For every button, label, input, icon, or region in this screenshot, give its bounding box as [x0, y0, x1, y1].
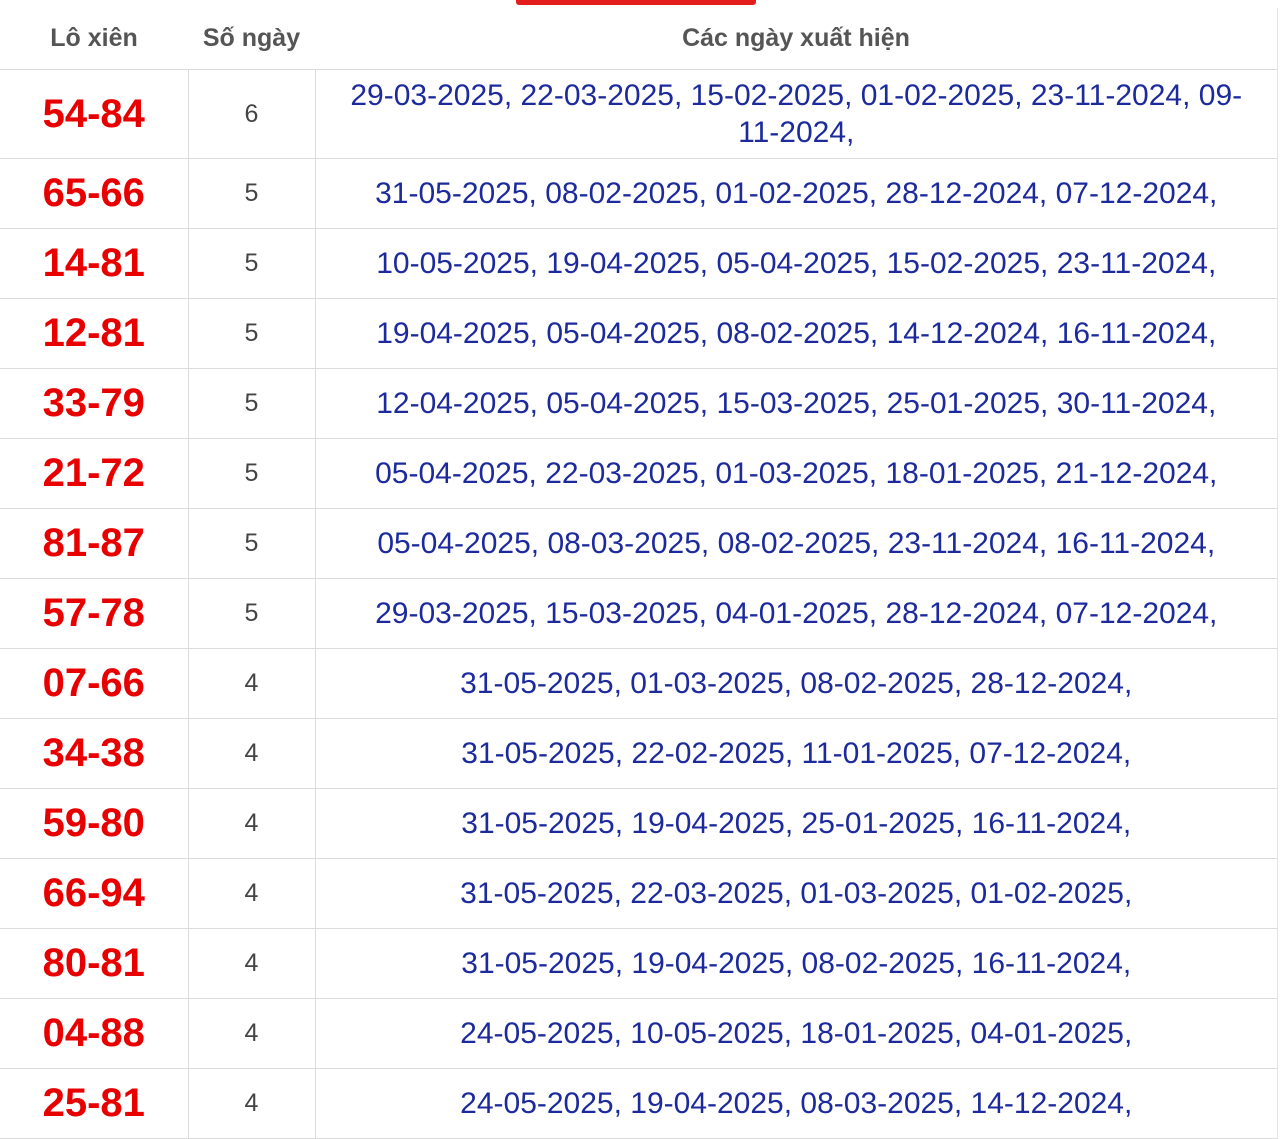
- table-row: 34-38 4 31-05-2025, 22-02-2025, 11-01-20…: [0, 718, 1277, 789]
- pair-cell: 21-72: [0, 438, 188, 509]
- count-cell: 4: [187, 1068, 315, 1139]
- count-cell: 4: [187, 648, 315, 719]
- count-cell: 4: [187, 788, 315, 859]
- dates-cell: 05-04-2025, 22-03-2025, 01-03-2025, 18-0…: [314, 438, 1277, 509]
- count-cell: 4: [187, 858, 315, 929]
- pair-cell: 54-84: [0, 69, 188, 159]
- dates-cell: 19-04-2025, 05-04-2025, 08-02-2025, 14-1…: [314, 298, 1277, 369]
- count-cell: 5: [187, 158, 315, 229]
- lottery-pair-table-container: Lô xiên Số ngày Các ngày xuất hiện 54-84…: [0, 8, 1278, 1139]
- table-row: 14-81 5 10-05-2025, 19-04-2025, 05-04-20…: [0, 228, 1277, 299]
- dates-cell: 10-05-2025, 19-04-2025, 05-04-2025, 15-0…: [314, 228, 1277, 299]
- dates-cell: 24-05-2025, 10-05-2025, 18-01-2025, 04-0…: [314, 998, 1277, 1069]
- table-row: 59-80 4 31-05-2025, 19-04-2025, 25-01-20…: [0, 788, 1277, 859]
- table-row: 21-72 5 05-04-2025, 22-03-2025, 01-03-20…: [0, 438, 1277, 509]
- pair-cell: 34-38: [0, 718, 188, 789]
- dates-cell: 31-05-2025, 08-02-2025, 01-02-2025, 28-1…: [314, 158, 1277, 229]
- dates-cell: 12-04-2025, 05-04-2025, 15-03-2025, 25-0…: [314, 368, 1277, 439]
- dates-cell: 29-03-2025, 15-03-2025, 04-01-2025, 28-1…: [314, 578, 1277, 649]
- pair-cell: 14-81: [0, 228, 188, 299]
- table-row: 33-79 5 12-04-2025, 05-04-2025, 15-03-20…: [0, 368, 1277, 439]
- pair-cell: 59-80: [0, 788, 188, 859]
- pair-cell: 66-94: [0, 858, 188, 929]
- table-row: 25-81 4 24-05-2025, 19-04-2025, 08-03-20…: [0, 1068, 1277, 1139]
- lottery-pair-table: Lô xiên Số ngày Các ngày xuất hiện 54-84…: [0, 8, 1277, 1139]
- header-count: Số ngày: [188, 8, 315, 70]
- pair-cell: 80-81: [0, 928, 188, 999]
- count-cell: 5: [187, 368, 315, 439]
- table-row: 80-81 4 31-05-2025, 19-04-2025, 08-02-20…: [0, 928, 1277, 999]
- top-accent-bar: [516, 0, 756, 5]
- pair-cell: 25-81: [0, 1068, 188, 1139]
- table-row: 57-78 5 29-03-2025, 15-03-2025, 04-01-20…: [0, 578, 1277, 649]
- table-row: 66-94 4 31-05-2025, 22-03-2025, 01-03-20…: [0, 858, 1277, 929]
- dates-cell: 05-04-2025, 08-03-2025, 08-02-2025, 23-1…: [314, 508, 1277, 579]
- table-row: 04-88 4 24-05-2025, 10-05-2025, 18-01-20…: [0, 998, 1277, 1069]
- pair-cell: 12-81: [0, 298, 188, 369]
- count-cell: 4: [187, 718, 315, 789]
- header-row: Lô xiên Số ngày Các ngày xuất hiện: [0, 8, 1277, 70]
- count-cell: 5: [187, 228, 315, 299]
- pair-cell: 57-78: [0, 578, 188, 649]
- dates-cell: 31-05-2025, 22-02-2025, 11-01-2025, 07-1…: [314, 718, 1277, 789]
- dates-cell: 29-03-2025, 22-03-2025, 15-02-2025, 01-0…: [314, 69, 1277, 159]
- count-cell: 4: [187, 998, 315, 1069]
- pair-cell: 65-66: [0, 158, 188, 229]
- table-row: 65-66 5 31-05-2025, 08-02-2025, 01-02-20…: [0, 158, 1277, 229]
- count-cell: 5: [187, 508, 315, 579]
- dates-cell: 31-05-2025, 01-03-2025, 08-02-2025, 28-1…: [314, 648, 1277, 719]
- dates-cell: 31-05-2025, 19-04-2025, 25-01-2025, 16-1…: [314, 788, 1277, 859]
- table-row: 07-66 4 31-05-2025, 01-03-2025, 08-02-20…: [0, 648, 1277, 719]
- dates-cell: 31-05-2025, 22-03-2025, 01-03-2025, 01-0…: [314, 858, 1277, 929]
- count-cell: 6: [187, 69, 315, 159]
- table-row: 81-87 5 05-04-2025, 08-03-2025, 08-02-20…: [0, 508, 1277, 579]
- pair-cell: 81-87: [0, 508, 188, 579]
- table-header: Lô xiên Số ngày Các ngày xuất hiện: [0, 8, 1277, 70]
- table-body: 54-84 6 29-03-2025, 22-03-2025, 15-02-20…: [0, 69, 1277, 1139]
- count-cell: 5: [187, 298, 315, 369]
- pair-cell: 33-79: [0, 368, 188, 439]
- pair-cell: 07-66: [0, 648, 188, 719]
- header-pair: Lô xiên: [0, 8, 188, 70]
- dates-cell: 24-05-2025, 19-04-2025, 08-03-2025, 14-1…: [314, 1068, 1277, 1139]
- count-cell: 5: [187, 578, 315, 649]
- pair-cell: 04-88: [0, 998, 188, 1069]
- count-cell: 4: [187, 928, 315, 999]
- table-row: 54-84 6 29-03-2025, 22-03-2025, 15-02-20…: [0, 69, 1277, 159]
- dates-cell: 31-05-2025, 19-04-2025, 08-02-2025, 16-1…: [314, 928, 1277, 999]
- count-cell: 5: [187, 438, 315, 509]
- header-dates: Các ngày xuất hiện: [315, 8, 1277, 70]
- table-row: 12-81 5 19-04-2025, 05-04-2025, 08-02-20…: [0, 298, 1277, 369]
